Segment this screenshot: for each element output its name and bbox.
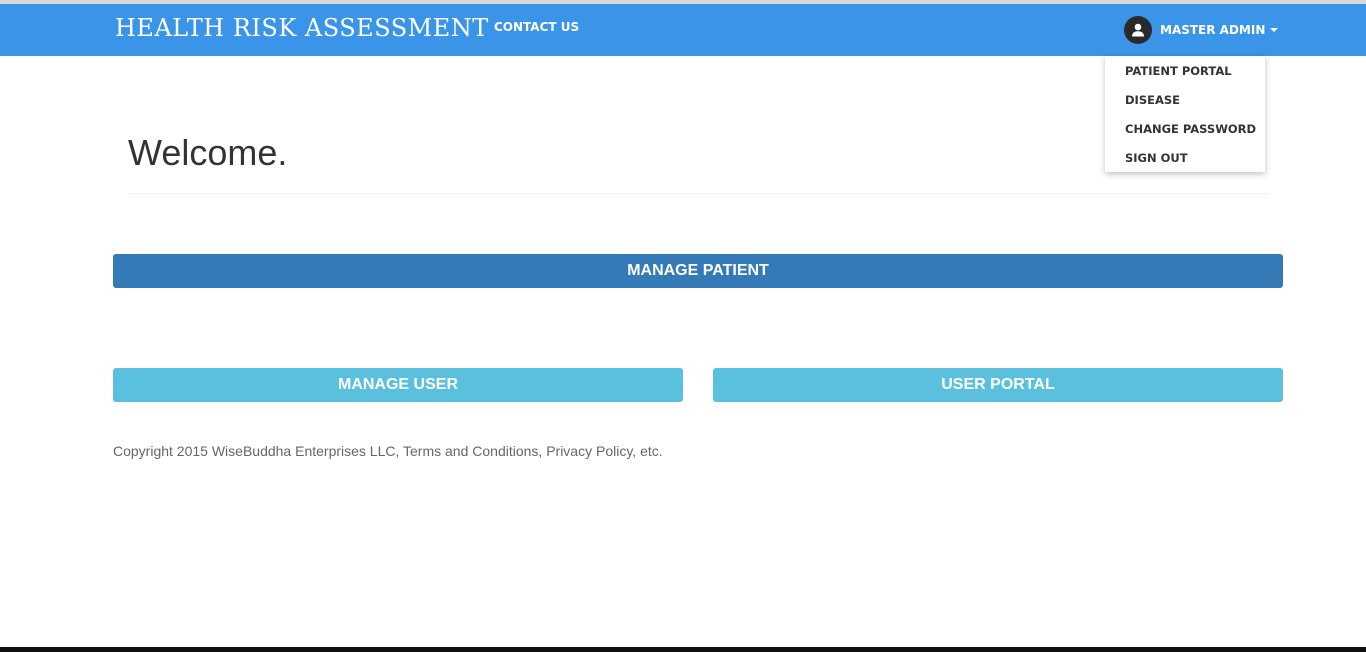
menu-item-patient-portal[interactable]: PATIENT PORTAL [1105,61,1265,90]
navbar: HEALTH RISK ASSESSMENT CONTACT US MASTER… [0,4,1366,56]
page-title: Welcome. [128,132,288,173]
user-name: MASTER ADMIN [1160,23,1266,37]
caret-down-icon [1270,28,1279,32]
nav-link-contact-us[interactable]: CONTACT US [494,20,579,34]
user-menu-toggle[interactable]: MASTER ADMIN [1124,16,1279,44]
footer-copyright: Copyright 2015 WiseBuddha Enterprises LL… [113,443,663,459]
os-taskbar [0,647,1366,652]
user-dropdown-menu: PATIENT PORTAL DISEASE CHANGE PASSWORD S… [1105,56,1265,172]
manage-patient-button[interactable]: MANAGE PATIENT [113,254,1283,288]
user-avatar-icon [1124,16,1152,44]
user-portal-button[interactable]: USER PORTAL [713,368,1283,402]
menu-item-disease[interactable]: DISEASE [1105,90,1265,119]
brand-title[interactable]: HEALTH RISK ASSESSMENT [115,14,489,42]
menu-item-change-password[interactable]: CHANGE PASSWORD [1105,119,1265,148]
header-divider [128,193,1268,194]
manage-user-button[interactable]: MANAGE USER [113,368,683,402]
menu-item-sign-out[interactable]: SIGN OUT [1105,148,1265,177]
